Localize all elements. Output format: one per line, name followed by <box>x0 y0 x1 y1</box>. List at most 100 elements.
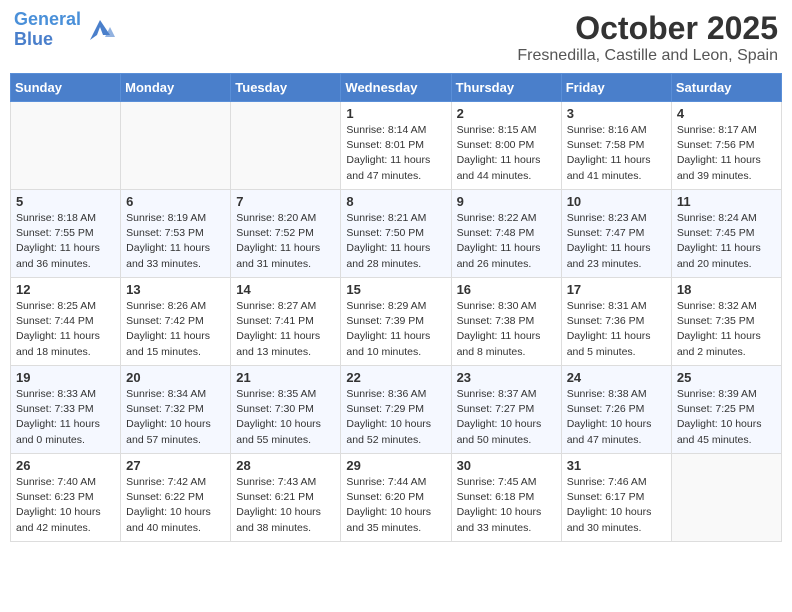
day-info: Sunrise: 8:20 AM Sunset: 7:52 PM Dayligh… <box>236 211 335 272</box>
day-number: 15 <box>346 282 445 297</box>
day-info: Sunrise: 8:37 AM Sunset: 7:27 PM Dayligh… <box>457 387 556 448</box>
weekday-tuesday: Tuesday <box>231 74 341 102</box>
empty-cell <box>231 102 341 190</box>
month-title: October 2025 <box>517 10 778 47</box>
day-number: 9 <box>457 194 556 209</box>
day-number: 18 <box>677 282 776 297</box>
day-info: Sunrise: 7:40 AM Sunset: 6:23 PM Dayligh… <box>16 475 115 536</box>
logo-general: General <box>14 9 81 29</box>
day-cell-16: 16 Sunrise: 8:30 AM Sunset: 7:38 PM Dayli… <box>451 278 561 366</box>
weekday-sunday: Sunday <box>11 74 121 102</box>
day-number: 27 <box>126 458 225 473</box>
day-cell-20: 20Sunrise: 8:34 AM Sunset: 7:32 PM Dayli… <box>121 366 231 454</box>
day-number: 28 <box>236 458 335 473</box>
day-cell-30: 30 Sunrise: 7:45 AM Sunset: 6:18 PM Dayli… <box>451 454 561 542</box>
day-info: Sunrise: 7:43 AM Sunset: 6:21 PM Dayligh… <box>236 475 335 536</box>
day-number: 24 <box>567 370 666 385</box>
week-row-4: 19Sunrise: 8:33 AM Sunset: 7:33 PM Dayli… <box>11 366 782 454</box>
logo-text: General Blue <box>14 10 81 50</box>
day-info: Sunrise: 8:36 AM Sunset: 7:29 PM Dayligh… <box>346 387 445 448</box>
empty-cell <box>11 102 121 190</box>
day-cell-9: 9 Sunrise: 8:22 AM Sunset: 7:48 PM Daylig… <box>451 190 561 278</box>
weekday-header-row: SundayMondayTuesdayWednesdayThursdayFrid… <box>11 74 782 102</box>
day-cell-21: 21Sunrise: 8:35 AM Sunset: 7:30 PM Dayli… <box>231 366 341 454</box>
day-number: 10 <box>567 194 666 209</box>
weekday-saturday: Saturday <box>671 74 781 102</box>
day-info: Sunrise: 8:30 AM Sunset: 7:38 PM Dayligh… <box>457 299 556 360</box>
week-row-2: 5 Sunrise: 8:18 AM Sunset: 7:55 PM Daylig… <box>11 190 782 278</box>
day-number: 8 <box>346 194 445 209</box>
day-info: Sunrise: 8:18 AM Sunset: 7:55 PM Dayligh… <box>16 211 115 272</box>
day-cell-12: 12 Sunrise: 8:25 AM Sunset: 7:44 PM Dayli… <box>11 278 121 366</box>
day-cell-19: 19Sunrise: 8:33 AM Sunset: 7:33 PM Dayli… <box>11 366 121 454</box>
day-cell-24: 24 Sunrise: 8:38 AM Sunset: 7:26 PM Dayli… <box>561 366 671 454</box>
day-number: 26 <box>16 458 115 473</box>
day-cell-7: 7Sunrise: 8:20 AM Sunset: 7:52 PM Daylig… <box>231 190 341 278</box>
day-info: Sunrise: 8:24 AM Sunset: 7:45 PM Dayligh… <box>677 211 776 272</box>
day-cell-26: 26 Sunrise: 7:40 AM Sunset: 6:23 PM Dayli… <box>11 454 121 542</box>
day-cell-13: 13 Sunrise: 8:26 AM Sunset: 7:42 PM Dayli… <box>121 278 231 366</box>
location: Fresnedilla, Castille and Leon, Spain <box>517 47 778 65</box>
day-info: Sunrise: 8:23 AM Sunset: 7:47 PM Dayligh… <box>567 211 666 272</box>
day-cell-25: 25 Sunrise: 8:39 AM Sunset: 7:25 PM Dayli… <box>671 366 781 454</box>
day-number: 14 <box>236 282 335 297</box>
day-number: 4 <box>677 106 776 121</box>
day-number: 20 <box>126 370 225 385</box>
day-info: Sunrise: 7:46 AM Sunset: 6:17 PM Dayligh… <box>567 475 666 536</box>
week-row-3: 12 Sunrise: 8:25 AM Sunset: 7:44 PM Dayli… <box>11 278 782 366</box>
week-row-1: 1Sunrise: 8:14 AM Sunset: 8:01 PM Daylig… <box>11 102 782 190</box>
day-cell-28: 28 Sunrise: 7:43 AM Sunset: 6:21 PM Dayli… <box>231 454 341 542</box>
day-cell-11: 11 Sunrise: 8:24 AM Sunset: 7:45 PM Dayli… <box>671 190 781 278</box>
day-info: Sunrise: 8:26 AM Sunset: 7:42 PM Dayligh… <box>126 299 225 360</box>
day-cell-1: 1Sunrise: 8:14 AM Sunset: 8:01 PM Daylig… <box>341 102 451 190</box>
day-cell-22: 22 Sunrise: 8:36 AM Sunset: 7:29 PM Dayli… <box>341 366 451 454</box>
day-info: Sunrise: 8:38 AM Sunset: 7:26 PM Dayligh… <box>567 387 666 448</box>
day-number: 17 <box>567 282 666 297</box>
logo-blue: Blue <box>14 29 53 49</box>
day-number: 6 <box>126 194 225 209</box>
day-cell-5: 5 Sunrise: 8:18 AM Sunset: 7:55 PM Daylig… <box>11 190 121 278</box>
logo: General Blue <box>14 10 115 50</box>
day-info: Sunrise: 8:27 AM Sunset: 7:41 PM Dayligh… <box>236 299 335 360</box>
day-number: 2 <box>457 106 556 121</box>
day-number: 25 <box>677 370 776 385</box>
day-info: Sunrise: 8:25 AM Sunset: 7:44 PM Dayligh… <box>16 299 115 360</box>
day-number: 31 <box>567 458 666 473</box>
day-info: Sunrise: 8:32 AM Sunset: 7:35 PM Dayligh… <box>677 299 776 360</box>
day-cell-10: 10 Sunrise: 8:23 AM Sunset: 7:47 PM Dayli… <box>561 190 671 278</box>
day-info: Sunrise: 7:42 AM Sunset: 6:22 PM Dayligh… <box>126 475 225 536</box>
day-number: 16 <box>457 282 556 297</box>
day-number: 11 <box>677 194 776 209</box>
title-block: October 2025 Fresnedilla, Castille and L… <box>517 10 778 65</box>
day-cell-17: 17Sunrise: 8:31 AM Sunset: 7:36 PM Dayli… <box>561 278 671 366</box>
day-cell-23: 23Sunrise: 8:37 AM Sunset: 7:27 PM Dayli… <box>451 366 561 454</box>
empty-cell <box>671 454 781 542</box>
day-cell-6: 6Sunrise: 8:19 AM Sunset: 7:53 PM Daylig… <box>121 190 231 278</box>
day-number: 13 <box>126 282 225 297</box>
day-cell-27: 27 Sunrise: 7:42 AM Sunset: 6:22 PM Dayli… <box>121 454 231 542</box>
day-info: Sunrise: 7:45 AM Sunset: 6:18 PM Dayligh… <box>457 475 556 536</box>
day-info: Sunrise: 8:15 AM Sunset: 8:00 PM Dayligh… <box>457 123 556 184</box>
day-number: 5 <box>16 194 115 209</box>
weekday-thursday: Thursday <box>451 74 561 102</box>
logo-icon <box>85 15 115 45</box>
day-number: 19 <box>16 370 115 385</box>
day-number: 1 <box>346 106 445 121</box>
day-info: Sunrise: 8:29 AM Sunset: 7:39 PM Dayligh… <box>346 299 445 360</box>
day-cell-29: 29Sunrise: 7:44 AM Sunset: 6:20 PM Dayli… <box>341 454 451 542</box>
day-info: Sunrise: 8:39 AM Sunset: 7:25 PM Dayligh… <box>677 387 776 448</box>
day-number: 3 <box>567 106 666 121</box>
day-number: 29 <box>346 458 445 473</box>
day-number: 30 <box>457 458 556 473</box>
weekday-friday: Friday <box>561 74 671 102</box>
day-cell-15: 15 Sunrise: 8:29 AM Sunset: 7:39 PM Dayli… <box>341 278 451 366</box>
day-number: 22 <box>346 370 445 385</box>
day-info: Sunrise: 8:21 AM Sunset: 7:50 PM Dayligh… <box>346 211 445 272</box>
weekday-monday: Monday <box>121 74 231 102</box>
day-cell-8: 8 Sunrise: 8:21 AM Sunset: 7:50 PM Daylig… <box>341 190 451 278</box>
day-number: 12 <box>16 282 115 297</box>
day-info: Sunrise: 8:22 AM Sunset: 7:48 PM Dayligh… <box>457 211 556 272</box>
day-cell-31: 31 Sunrise: 7:46 AM Sunset: 6:17 PM Dayli… <box>561 454 671 542</box>
day-cell-18: 18 Sunrise: 8:32 AM Sunset: 7:35 PM Dayli… <box>671 278 781 366</box>
day-cell-4: 4Sunrise: 8:17 AM Sunset: 7:56 PM Daylig… <box>671 102 781 190</box>
